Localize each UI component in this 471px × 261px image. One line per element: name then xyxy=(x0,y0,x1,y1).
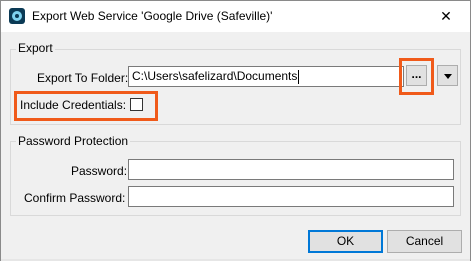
export-folder-value: C:\Users\safelizard\Documents xyxy=(132,69,298,83)
chevron-down-icon[interactable] xyxy=(437,65,458,86)
close-icon[interactable]: ✕ xyxy=(428,3,464,29)
password-group-title: Password Protection xyxy=(16,134,131,148)
confirm-password-label: Confirm Password: xyxy=(24,191,126,205)
text-caret xyxy=(298,69,300,84)
title-bar: Export Web Service 'Google Drive (Safevi… xyxy=(1,1,470,32)
include-credentials-checkbox[interactable] xyxy=(130,98,143,111)
password-field[interactable] xyxy=(128,159,454,180)
app-logo-icon xyxy=(9,8,25,24)
confirm-password-field[interactable] xyxy=(128,186,454,207)
cancel-button[interactable]: Cancel xyxy=(387,230,462,253)
browse-button[interactable]: ... xyxy=(406,65,427,86)
password-label: Password: xyxy=(71,164,128,178)
include-credentials-label: Include Credentials: xyxy=(20,98,127,112)
window-title: Export Web Service 'Google Drive (Safevi… xyxy=(32,9,273,23)
export-folder-label: Export To Folder: xyxy=(37,71,129,85)
export-folder-input[interactable]: C:\Users\safelizard\Documents xyxy=(128,66,404,87)
export-group-title: Export xyxy=(16,41,55,55)
ok-button[interactable]: OK xyxy=(308,230,383,253)
export-dialog: Export Web Service 'Google Drive (Safevi… xyxy=(0,0,471,261)
